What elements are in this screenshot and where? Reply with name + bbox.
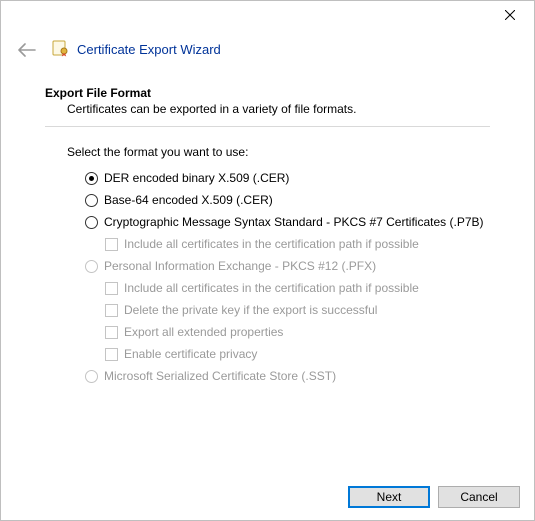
- back-arrow-icon: [18, 43, 36, 57]
- radio-base64-label: Base-64 encoded X.509 (.CER): [104, 193, 273, 207]
- page-subheading: Certificates can be exported in a variet…: [67, 102, 490, 116]
- checkbox-pfx-include-chain: [105, 282, 118, 295]
- close-button[interactable]: [492, 3, 528, 25]
- checkbox-pfx-include-chain-label: Include all certificates in the certific…: [124, 281, 419, 295]
- back-button[interactable]: [17, 40, 37, 60]
- radio-pfx-label: Personal Information Exchange - PKCS #12…: [104, 259, 376, 273]
- radio-p7b[interactable]: [85, 216, 98, 229]
- checkbox-pfx-cert-privacy: [105, 348, 118, 361]
- page-heading: Export File Format: [45, 86, 490, 100]
- cancel-button[interactable]: Cancel: [438, 486, 520, 508]
- wizard-title: Certificate Export Wizard: [77, 42, 221, 57]
- format-prompt: Select the format you want to use:: [67, 145, 490, 159]
- checkbox-p7b-include-chain: [105, 238, 118, 251]
- radio-sst-label: Microsoft Serialized Certificate Store (…: [104, 369, 336, 383]
- checkbox-pfx-delete-key: [105, 304, 118, 317]
- checkbox-pfx-ext-props: [105, 326, 118, 339]
- radio-pfx: [85, 260, 98, 273]
- radio-sst: [85, 370, 98, 383]
- checkbox-pfx-delete-key-label: Delete the private key if the export is …: [124, 303, 377, 317]
- radio-der[interactable]: [85, 172, 98, 185]
- close-icon: [505, 10, 515, 20]
- certificate-icon: [51, 39, 69, 60]
- next-button[interactable]: Next: [348, 486, 430, 508]
- checkbox-pfx-cert-privacy-label: Enable certificate privacy: [124, 347, 257, 361]
- radio-base64[interactable]: [85, 194, 98, 207]
- checkbox-p7b-include-chain-label: Include all certificates in the certific…: [124, 237, 419, 251]
- radio-p7b-label: Cryptographic Message Syntax Standard - …: [104, 215, 484, 229]
- checkbox-pfx-ext-props-label: Export all extended properties: [124, 325, 283, 339]
- radio-der-label: DER encoded binary X.509 (.CER): [104, 171, 289, 185]
- separator: [45, 126, 490, 127]
